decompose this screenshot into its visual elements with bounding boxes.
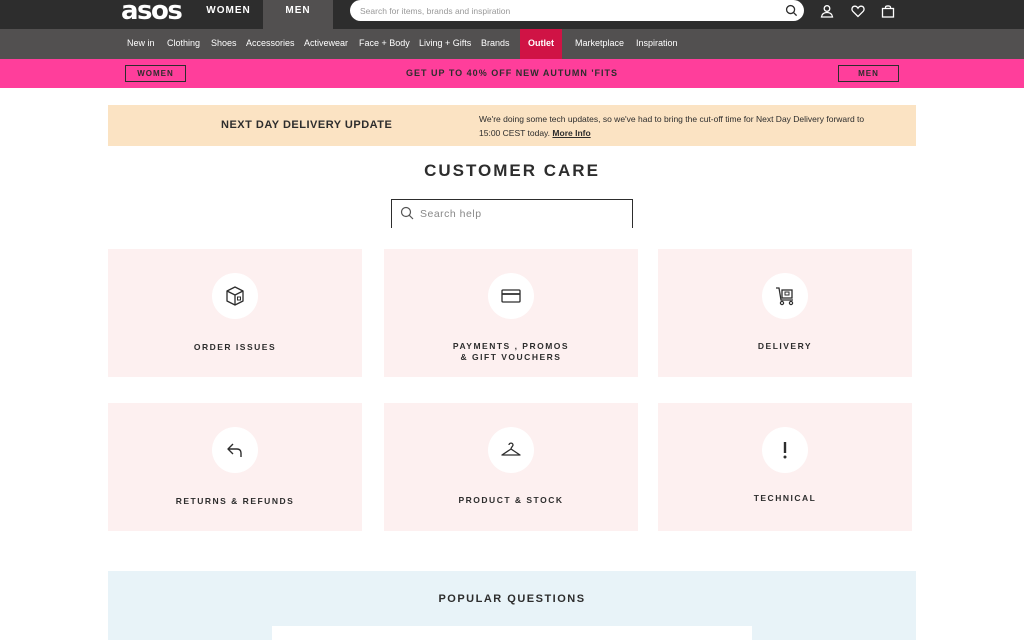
trolley-icon: [776, 287, 794, 306]
box-icon: [226, 286, 244, 306]
nav-item-marketplace[interactable]: Marketplace: [575, 29, 624, 59]
card-label-line-2: & GIFT VOUCHERS: [460, 352, 562, 362]
icon-circle: [762, 427, 808, 473]
nav-item-outlet[interactable]: Outlet: [520, 29, 562, 59]
nav-item-clothing[interactable]: Clothing: [167, 29, 200, 59]
help-search: [391, 199, 633, 228]
nav-item-living-gifts[interactable]: Living + Gifts: [419, 29, 471, 59]
category-nav: New in Clothing Shoes Accessories Active…: [0, 29, 1024, 59]
nav-item-accessories[interactable]: Accessories: [246, 29, 295, 59]
tab-men[interactable]: MEN: [263, 0, 333, 29]
card-technical[interactable]: TECHNICAL: [658, 403, 912, 531]
banner-message: We're doing some tech updates, so we've …: [479, 112, 879, 140]
promo-men-button[interactable]: MEN: [838, 65, 899, 82]
delivery-update-banner: NEXT DAY DELIVERY UPDATE We're doing som…: [108, 105, 916, 146]
bag-icon[interactable]: [881, 4, 895, 18]
banner-title: NEXT DAY DELIVERY UPDATE: [221, 119, 393, 131]
site-search-input[interactable]: [360, 0, 780, 21]
icon-circle: [488, 273, 534, 319]
nav-item-activewear[interactable]: Activewear: [304, 29, 348, 59]
card-delivery[interactable]: DELIVERY: [658, 249, 912, 377]
nav-item-inspiration[interactable]: Inspiration: [636, 29, 678, 59]
return-arrow-icon: [227, 443, 242, 457]
more-info-link[interactable]: More Info: [552, 128, 590, 138]
nav-item-face-body[interactable]: Face + Body: [359, 29, 410, 59]
search-icon[interactable]: [785, 4, 798, 17]
banner-text: We're doing some tech updates, so we've …: [479, 114, 865, 138]
card-product-stock[interactable]: PRODUCT & STOCK: [384, 403, 638, 531]
hanger-icon: [501, 442, 521, 456]
promo-women-button[interactable]: WOMEN: [125, 65, 186, 82]
card-label: PRODUCT & STOCK: [458, 495, 564, 505]
heart-icon[interactable]: [851, 4, 865, 18]
card-icon: [501, 289, 521, 303]
nav-item-shoes[interactable]: Shoes: [211, 29, 237, 59]
nav-item-brands[interactable]: Brands: [481, 29, 510, 59]
nav-item-new-in[interactable]: New in: [127, 29, 155, 59]
icon-circle: [762, 273, 808, 319]
icon-circle: [488, 427, 534, 473]
site-search: [350, 0, 804, 21]
tab-women[interactable]: WOMEN: [194, 0, 263, 29]
card-order-issues[interactable]: ORDER ISSUES: [108, 249, 362, 377]
asos-logo[interactable]: asos: [121, 0, 183, 25]
icon-circle: [212, 273, 258, 319]
card-label: DELIVERY: [757, 341, 813, 351]
card-returns-refunds[interactable]: RETURNS & REFUNDS: [108, 403, 362, 531]
top-bar: asos WOMEN MEN: [0, 0, 1024, 29]
popular-questions-panel: [272, 626, 752, 640]
icon-circle: [212, 427, 258, 473]
account-icon[interactable]: [820, 4, 834, 18]
card-label: TECHNICAL: [753, 493, 817, 503]
promo-bar: GET UP TO 40% OFF NEW AUTUMN 'FITS WOMEN…: [0, 59, 1024, 88]
card-label: RETURNS & REFUNDS: [175, 496, 295, 506]
popular-questions-title: POPULAR QUESTIONS: [438, 593, 586, 605]
page-title: CUSTOMER CARE: [424, 161, 600, 180]
help-search-input[interactable]: [420, 204, 620, 224]
card-label-line-1: PAYMENTS , PROMOS: [452, 341, 570, 351]
card-label: ORDER ISSUES: [193, 342, 277, 352]
card-payments-promos[interactable]: PAYMENTS , PROMOS & GIFT VOUCHERS: [384, 249, 638, 377]
search-icon: [400, 206, 414, 220]
exclamation-icon: [783, 442, 787, 459]
popular-questions-section: POPULAR QUESTIONS: [108, 571, 916, 640]
